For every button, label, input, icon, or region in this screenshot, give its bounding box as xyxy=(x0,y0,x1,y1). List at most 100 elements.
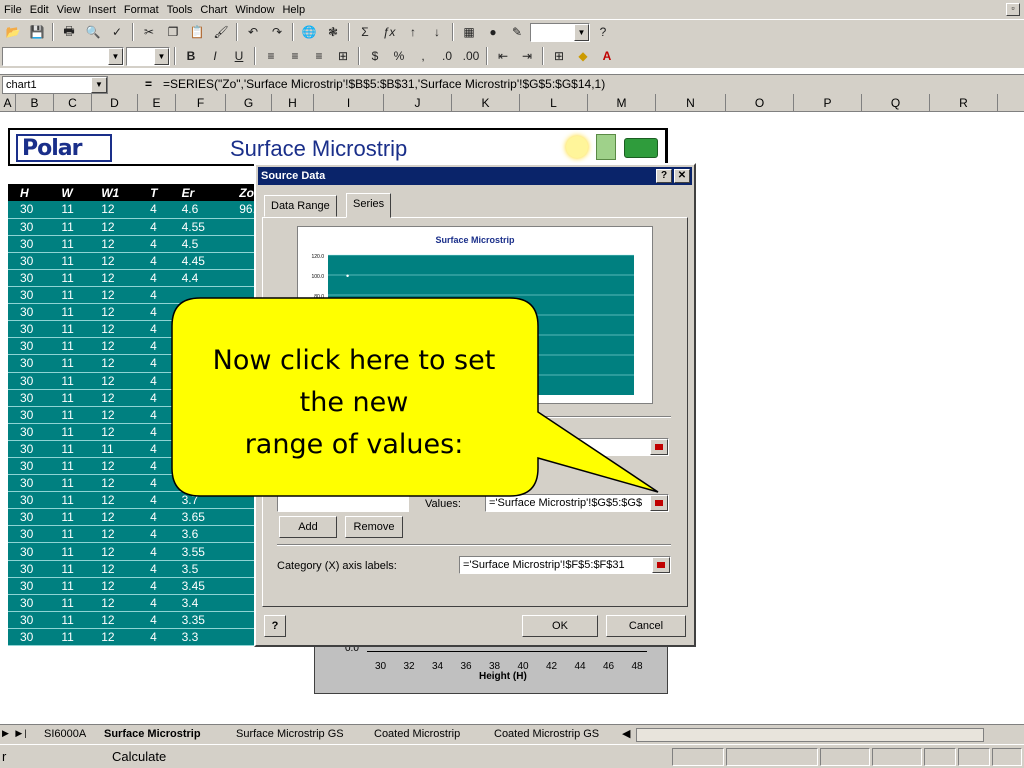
table-header[interactable]: W1 xyxy=(89,184,139,202)
table-cell[interactable] xyxy=(169,286,228,305)
column-header[interactable]: C xyxy=(54,94,92,112)
table-cell[interactable] xyxy=(169,320,228,339)
category-field[interactable]: ='Surface Microstrip'!$F$5:$F$31 xyxy=(459,556,671,574)
table-cell[interactable]: 4 xyxy=(138,491,170,510)
collapse-dialog-icon[interactable] xyxy=(652,557,670,573)
table-cell[interactable]: 11 xyxy=(49,354,90,373)
table-cell[interactable]: 30 xyxy=(8,303,50,322)
table-cell[interactable]: 30 xyxy=(8,372,50,390)
table-cell[interactable]: 30 xyxy=(8,577,50,595)
table-header[interactable]: T xyxy=(138,184,170,202)
column-header[interactable]: P xyxy=(794,94,862,112)
chart-wizard-icon[interactable]: ▦ xyxy=(458,22,480,42)
hyperlink-icon[interactable]: 🌐 xyxy=(298,22,320,42)
table-header[interactable]: H xyxy=(8,184,50,202)
menu-help[interactable]: Help xyxy=(278,4,309,16)
merge-center-icon[interactable]: ⊞ xyxy=(332,46,354,66)
spelling-icon[interactable]: ✓ xyxy=(106,22,128,42)
ok-button[interactable]: OK xyxy=(522,615,598,637)
table-cell[interactable]: 12 xyxy=(89,218,139,236)
lightbulb-icon[interactable] xyxy=(566,136,588,158)
table-cell[interactable]: 3.75 xyxy=(169,474,228,493)
table-cell[interactable]: 30 xyxy=(8,269,50,288)
table-cell[interactable]: 11 xyxy=(49,372,90,390)
column-header[interactable]: F xyxy=(176,94,226,112)
table-cell[interactable]: 12 xyxy=(89,542,139,561)
menu-file[interactable]: File xyxy=(0,4,26,16)
print-preview-icon[interactable]: 🔍 xyxy=(82,22,104,42)
cut-icon[interactable]: ✂ xyxy=(138,22,160,42)
table-cell[interactable]: 30 xyxy=(8,525,50,544)
sort-descending-icon[interactable]: ↓ xyxy=(426,22,448,42)
print-icon[interactable]: 🖶 xyxy=(58,22,80,42)
percent-icon[interactable]: % xyxy=(388,46,410,66)
table-cell[interactable]: 4 xyxy=(138,474,170,493)
column-header[interactable]: H xyxy=(272,94,314,112)
column-header[interactable]: B xyxy=(16,94,54,112)
menu-view[interactable]: View xyxy=(53,4,85,16)
table-cell[interactable]: 11 xyxy=(49,611,90,629)
copy-icon[interactable]: ❐ xyxy=(162,22,184,42)
table-cell[interactable]: 4 xyxy=(138,457,170,476)
table-cell[interactable]: 30 xyxy=(8,474,50,493)
menu-insert[interactable]: Insert xyxy=(84,4,120,16)
table-cell[interactable]: 12 xyxy=(89,491,139,510)
table-cell[interactable]: 30 xyxy=(8,560,50,578)
table-cell[interactable]: 30 xyxy=(8,235,50,253)
column-header[interactable]: I xyxy=(314,94,384,112)
table-cell[interactable]: 11 xyxy=(49,320,90,339)
table-cell[interactable]: 11 xyxy=(49,474,90,493)
table-cell[interactable]: 11 xyxy=(49,525,90,544)
table-cell[interactable]: 30 xyxy=(8,286,50,305)
table-cell[interactable]: 12 xyxy=(89,337,139,356)
table-cell[interactable]: 4.55 xyxy=(169,218,228,236)
tab-series[interactable]: Series xyxy=(346,193,392,218)
increase-decimal-icon[interactable]: .0 xyxy=(436,46,458,66)
table-cell[interactable]: 4.4 xyxy=(169,269,228,288)
table-cell[interactable]: 30 xyxy=(8,611,50,629)
table-cell[interactable]: 4 xyxy=(138,628,170,647)
align-center-icon[interactable]: ≡ xyxy=(284,46,306,66)
table-cell[interactable]: 30 xyxy=(8,406,50,424)
sheet-tab[interactable]: SI6000A xyxy=(44,726,86,743)
table-header[interactable]: Er xyxy=(169,184,228,202)
table-cell[interactable]: 30 xyxy=(8,508,50,527)
table-cell[interactable]: 3.3 xyxy=(169,628,228,647)
table-cell[interactable]: 4 xyxy=(138,235,170,253)
column-header[interactable]: K xyxy=(452,94,520,112)
table-header[interactable]: W xyxy=(49,184,90,202)
column-header[interactable]: D xyxy=(92,94,138,112)
table-cell[interactable]: 4 xyxy=(138,320,170,339)
decrease-indent-icon[interactable]: ⇤ xyxy=(492,46,514,66)
table-cell[interactable]: 30 xyxy=(8,337,50,356)
cancel-button[interactable]: Cancel xyxy=(606,615,686,637)
table-cell[interactable]: 4 xyxy=(138,269,170,288)
table-cell[interactable]: 4 xyxy=(138,252,170,270)
table-cell[interactable]: 12 xyxy=(89,406,139,424)
table-cell[interactable]: 3.55 xyxy=(169,542,228,561)
font-select[interactable]: ▼ xyxy=(2,46,124,66)
table-cell[interactable]: 4 xyxy=(138,594,170,612)
align-left-icon[interactable]: ≡ xyxy=(260,46,282,66)
bold-icon[interactable]: B xyxy=(180,46,202,66)
table-cell[interactable]: 4.6 xyxy=(169,201,228,219)
format-painter-icon[interactable]: 🖌 xyxy=(210,22,232,42)
table-cell[interactable]: 11 xyxy=(49,577,90,595)
sort-ascending-icon[interactable]: ↑ xyxy=(402,22,424,42)
horizontal-scrollbar[interactable] xyxy=(636,728,984,742)
table-cell[interactable]: 4.45 xyxy=(169,252,228,270)
name-box[interactable]: chart1 ▼ xyxy=(2,76,108,94)
table-cell[interactable] xyxy=(169,303,228,322)
sheet-tab[interactable]: Surface Microstrip GS xyxy=(236,726,344,743)
table-cell[interactable]: 4 xyxy=(138,372,170,390)
table-cell[interactable]: 11 xyxy=(49,286,90,305)
redo-icon[interactable]: ↷ xyxy=(266,22,288,42)
table-cell[interactable]: 11 xyxy=(49,628,90,647)
table-cell[interactable]: 4.5 xyxy=(169,235,228,253)
table-cell[interactable]: 12 xyxy=(89,611,139,629)
borders-icon[interactable]: ⊞ xyxy=(548,46,570,66)
table-cell[interactable]: 4 xyxy=(138,577,170,595)
chevron-down-icon[interactable]: ▼ xyxy=(91,77,107,93)
formula-text[interactable]: =SERIES("Zo",'Surface Microstrip'!$B$5:$… xyxy=(163,77,605,91)
table-cell[interactable]: 30 xyxy=(8,218,50,236)
